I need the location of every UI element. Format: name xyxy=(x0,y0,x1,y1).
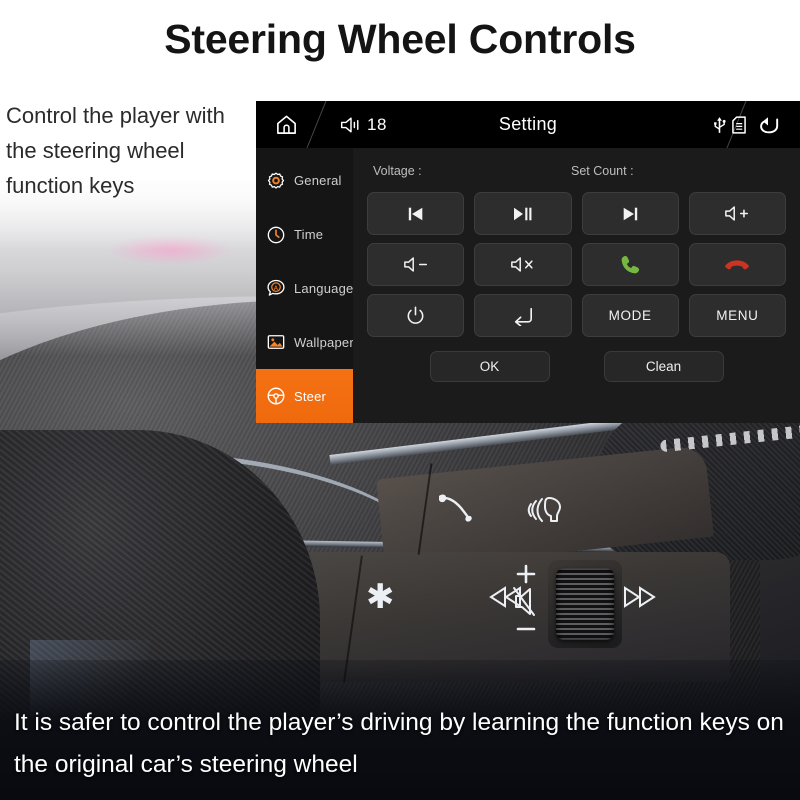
sidebar-item-time[interactable]: Time xyxy=(256,208,353,262)
voltage-label: Voltage : xyxy=(373,164,422,178)
key-play-pause[interactable] xyxy=(474,192,572,235)
key-power[interactable] xyxy=(367,294,465,337)
sidebar-item-label: Wallpaper xyxy=(294,334,354,350)
enter-return-icon xyxy=(514,307,532,326)
next-track-icon[interactable] xyxy=(620,585,662,609)
power-icon xyxy=(407,306,424,324)
phone-answer-icon xyxy=(621,255,640,273)
volume-mute-icon xyxy=(510,257,533,272)
sidebar-item-label: General xyxy=(294,173,342,189)
key-mode[interactable]: MODE xyxy=(581,294,679,337)
sidebar-item-label: Language xyxy=(294,280,354,296)
key-mute[interactable] xyxy=(474,243,572,286)
phone-hangup-icon xyxy=(725,259,750,269)
key-menu[interactable]: MENU xyxy=(688,294,786,337)
status-labels: Voltage : Set Count : xyxy=(373,164,786,178)
usb-icon xyxy=(714,117,726,133)
volume-value: 18 xyxy=(367,114,387,134)
volume-up-icon xyxy=(725,206,749,221)
sidebar-item-general[interactable]: General xyxy=(256,154,353,208)
phone-icon[interactable] xyxy=(437,492,473,524)
sidebar-item-label: Time xyxy=(294,227,324,243)
prev-track-icon xyxy=(408,207,422,220)
steer-settings-panel: Voltage : Set Count : MODE MENU OK Clean xyxy=(353,148,800,423)
play-pause-icon xyxy=(513,207,532,220)
volume-icon xyxy=(340,117,359,132)
key-end-call[interactable] xyxy=(688,243,786,286)
svg-text:A: A xyxy=(274,285,279,292)
volume-indicator[interactable]: 18 xyxy=(340,101,387,148)
bottom-caption: It is safer to control the player’s driv… xyxy=(14,709,784,778)
language-bubble-icon: A xyxy=(267,280,285,297)
settings-sidebar: General Time A Language Wallpaper Steer xyxy=(256,148,354,423)
key-previous-track[interactable] xyxy=(367,192,465,235)
key-volume-up[interactable] xyxy=(688,192,786,235)
clock-icon xyxy=(267,226,285,244)
ok-button[interactable]: OK xyxy=(429,351,550,382)
home-icon xyxy=(276,115,296,134)
voice-command-icon[interactable] xyxy=(527,494,567,526)
key-enter[interactable] xyxy=(474,294,572,337)
scroll-wheel[interactable] xyxy=(556,568,614,640)
page-root: ✱ Steering Wheel Controls Control the pl… xyxy=(0,0,800,800)
key-answer-call[interactable] xyxy=(581,243,679,286)
sidebar-item-steer[interactable]: Steer xyxy=(256,369,353,423)
topbar-right-group xyxy=(713,101,800,148)
image-icon xyxy=(267,335,285,350)
asterisk-icon[interactable]: ✱ xyxy=(366,580,395,614)
head-unit-body: General Time A Language Wallpaper Steer … xyxy=(256,148,800,423)
next-track-icon xyxy=(623,207,638,220)
key-next-track[interactable] xyxy=(581,192,679,235)
back-button[interactable] xyxy=(736,101,800,148)
sidebar-item-wallpaper[interactable]: Wallpaper xyxy=(256,315,354,369)
gear-icon xyxy=(267,172,285,189)
function-key-grid: MODE MENU xyxy=(367,192,786,337)
panel-actions: OK Clean xyxy=(367,351,786,382)
head-unit-screen: 18 Setting General Time A Language Wallp… xyxy=(256,101,800,423)
page-title: Steering Wheel Controls xyxy=(164,16,636,62)
clean-button[interactable]: Clean xyxy=(603,351,724,382)
mute-plus-minus-icon[interactable] xyxy=(508,562,554,638)
key-volume-down[interactable] xyxy=(367,243,465,286)
sidebar-item-label: Steer xyxy=(294,388,327,404)
set-count-label: Set Count : xyxy=(571,164,634,178)
left-description: Control the player with the steering whe… xyxy=(6,103,225,198)
head-unit-topbar: 18 Setting xyxy=(256,101,800,148)
back-arrow-icon xyxy=(760,116,779,133)
volume-down-icon xyxy=(403,257,427,272)
sidebar-item-language[interactable]: A Language xyxy=(256,262,353,316)
steering-wheel-icon xyxy=(267,387,285,405)
home-button[interactable] xyxy=(256,101,316,148)
